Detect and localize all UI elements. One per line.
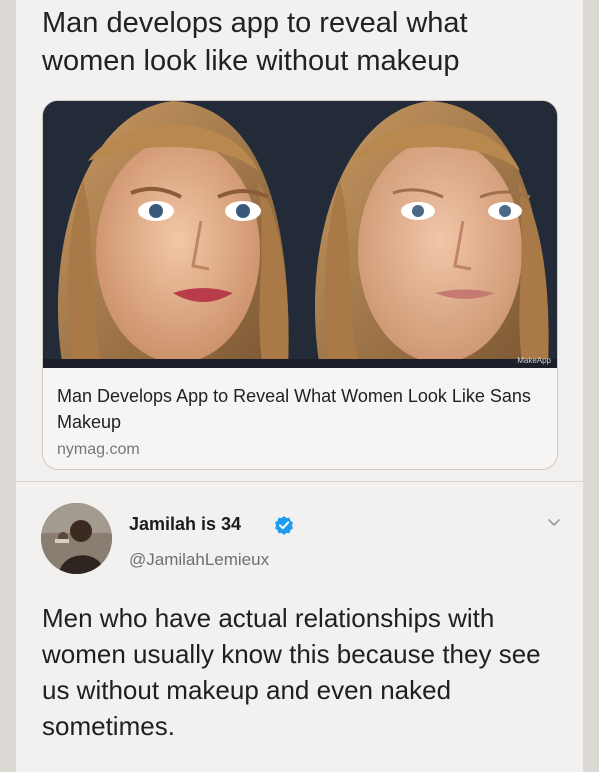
link-preview-card[interactable]: MakeApp Man Develops App to Reveal What … <box>42 100 558 470</box>
verified-badge-icon <box>275 516 293 535</box>
tweet-divider <box>16 481 583 482</box>
card-image: MakeApp <box>43 101 557 368</box>
tweet-sheet: Man develops app to reveal what women lo… <box>16 0 583 772</box>
display-name[interactable]: Jamilah is 34 <box>129 514 241 535</box>
photo-with-makeup <box>43 101 300 368</box>
photo-without-makeup: MakeApp <box>300 101 557 368</box>
card-title[interactable]: Man Develops App to Reveal What Women Lo… <box>57 383 537 435</box>
screenshot-edge-right <box>583 0 599 772</box>
tweet-text: Men who have actual relationships with w… <box>42 603 541 741</box>
screenshot-edge-left <box>0 0 16 772</box>
tweet-headline: Man develops app to reveal what women lo… <box>42 7 468 77</box>
image-watermark: MakeApp <box>517 356 551 365</box>
chevron-down-icon[interactable] <box>546 514 562 530</box>
user-handle[interactable]: @JamilahLemieux <box>129 550 269 570</box>
card-domain[interactable]: nymag.com <box>57 441 140 459</box>
avatar[interactable] <box>41 503 112 574</box>
